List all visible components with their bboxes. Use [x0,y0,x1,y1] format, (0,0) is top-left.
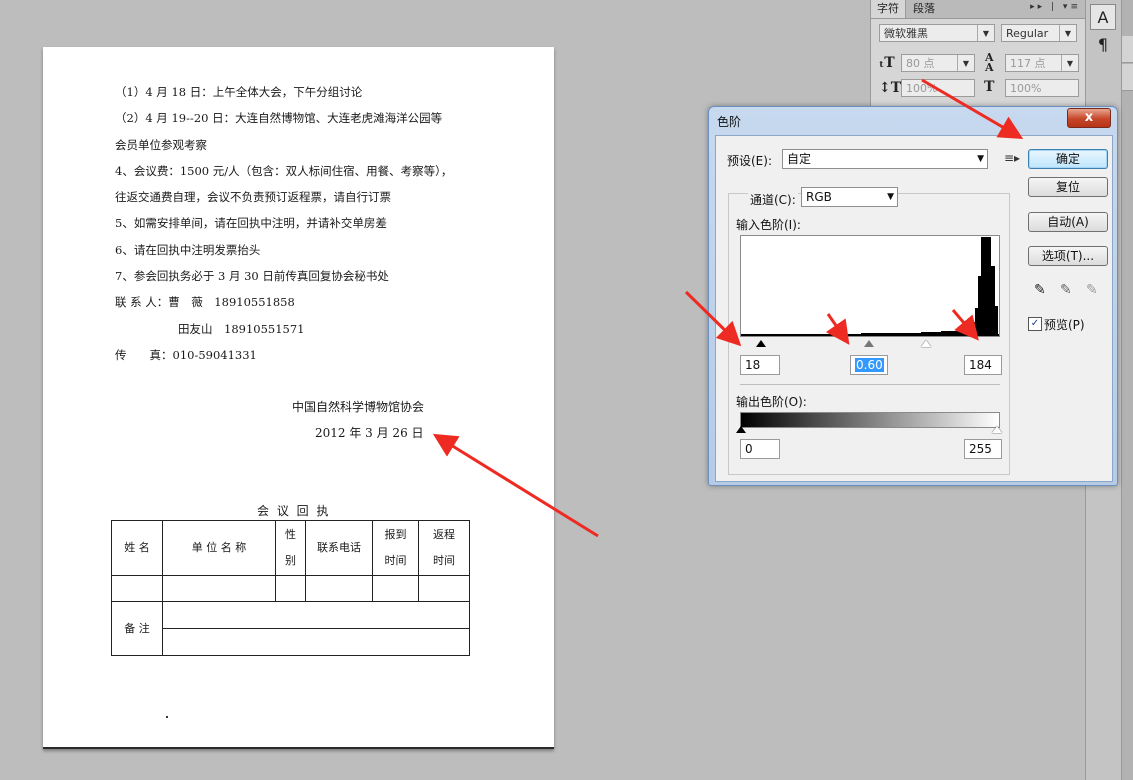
panel-menu-icon[interactable]: ▸▸ | ▾≡ [1030,2,1081,12]
chevron-down-icon: ▼ [1061,55,1078,71]
preview-label: 预览(P) [1044,318,1085,332]
font-size-icon: ₜT [879,55,895,71]
vertical-scale-icon: ↕T [879,80,902,96]
leading-icon: AA [985,51,994,74]
speck [166,716,168,718]
output-gradient [740,412,1000,428]
tab-character[interactable]: 字符 [871,0,906,18]
doc-line-5: 往返交通费自理，会议不负责预订返程票，请自行订票 [115,190,391,204]
histogram-bar [995,306,998,336]
preset-select[interactable]: 自定 ▼ [782,149,988,169]
doc-line-3: 会员单位参观考察 [115,138,207,152]
vertical-scale-field[interactable]: 100% [901,79,975,97]
th-remarks: 备 注 [111,601,163,656]
output-black-slider[interactable] [736,426,746,433]
gray-eyedropper-icon[interactable]: ✎ [1060,282,1072,298]
histogram-bar [861,333,921,336]
chevron-down-icon: ▼ [1059,25,1076,41]
tab-paragraph[interactable]: 段落 [907,0,941,18]
table-cell [418,575,470,602]
output-black-field[interactable]: 0 [740,439,780,459]
white-eyedropper-icon[interactable]: ✎ [1086,282,1098,298]
th-return: 返程 时间 [418,520,470,576]
divider [740,384,1000,385]
doc-line-8: 7、参会回执务必于 3 月 30 日前传真回复协会秘书处 [115,269,389,283]
document-page: （1）4 月 18 日：上午全体大会，下午分组讨论 （2）4 月 19--20 … [43,47,554,749]
doc-date: 2012 年 3 月 26 日 [315,426,424,440]
font-family-select[interactable]: 微软雅黑 ▼ [879,24,995,42]
input-white-field[interactable]: 184 [964,355,1002,375]
dialog-title: 色阶 [717,115,742,129]
channel-label: 通道(C): [748,191,798,208]
font-size-field[interactable]: 80 点 ▼ [901,54,975,72]
close-button[interactable]: x [1067,108,1111,128]
doc-line-1: （1）4 月 18 日：上午全体大会，下午分组讨论 [115,85,363,99]
doc-contact-2: 田友山 18910551571 [178,322,305,336]
th-gender: 性 别 [275,520,306,576]
output-white-field[interactable]: 255 [964,439,1002,459]
th-name: 姓 名 [111,520,163,576]
font-style-select[interactable]: Regular ▼ [1001,24,1077,42]
histogram-bar [921,332,941,336]
th-unit: 单 位 名 称 [162,520,276,576]
chevron-down-icon: ▼ [887,192,894,202]
dock-segment [1122,64,1133,91]
table-cell [162,575,276,602]
output-white-slider[interactable] [992,426,1002,433]
input-gamma-field[interactable]: 0.60 [850,355,888,375]
output-levels-label: 输出色阶(O): [736,395,807,409]
levels-dialog: 色阶 x 预设(E): 自定 ▼ ≡▸ 通道(C): RGB ▼ 输入色阶(I)… [708,106,1118,486]
paragraph-panel-icon[interactable]: ¶ [1090,32,1116,58]
doc-contact-1: 联 系 人：曹 薇 18910551858 [115,295,295,309]
dock-scrollbar[interactable] [1121,0,1133,780]
chevron-down-icon: ▼ [977,25,994,41]
doc-org-name: 中国自然科学博物馆协会 [292,400,425,414]
reset-button[interactable]: 复位 [1028,177,1108,197]
doc-line-4: 4、会议费：1500 元/人（包含：双人标间住宿、用餐、考察等）， [115,164,453,178]
horizontal-scale-icon: T [984,79,995,95]
chevron-down-icon: ▼ [977,154,984,164]
character-panel-icon[interactable]: A [1090,4,1116,30]
options-button[interactable]: 选项(T)... [1028,246,1108,266]
black-eyedropper-icon[interactable]: ✎ [1034,282,1046,298]
preview-checkbox[interactable]: ✓ [1028,317,1042,331]
chevron-down-icon: ▼ [957,55,974,71]
input-black-field[interactable]: 18 [740,355,780,375]
receipt-title: 会 议 回 执 [257,504,331,518]
table-cell [162,601,470,629]
histogram-bar [941,331,961,336]
table-cell [162,628,470,656]
dialog-body: 预设(E): 自定 ▼ ≡▸ 通道(C): RGB ▼ 输入色阶(I): 18 … [715,135,1113,482]
th-arrive: 报到 时间 [372,520,419,576]
table-cell [111,575,163,602]
table-cell [372,575,419,602]
table-cell [275,575,306,602]
preset-label: 预设(E): [727,154,772,168]
histogram-bar [981,237,991,336]
receipt-table: 姓 名 单 位 名 称 性 别 联系电话 报到 时间 返程 时间 备 注 [111,520,470,656]
input-gamma-slider[interactable] [864,340,874,347]
panel-tabs: 字符 段落 ▸▸ | ▾≡ [871,0,1085,19]
doc-line-7: 6、请在回执中注明发票抬头 [115,243,261,257]
th-phone: 联系电话 [305,520,373,576]
doc-line-6: 5、如需安排单间，请在回执中注明，并请补交单房差 [115,216,387,230]
table-cell [305,575,373,602]
dock-segment [1122,36,1133,63]
horizontal-scale-field[interactable]: 100% [1005,79,1079,97]
histogram-bar [961,329,971,336]
preset-options-icon[interactable]: ≡▸ [1004,151,1020,165]
doc-fax: 传 真：010-59041331 [115,348,257,362]
character-panel: 字符 段落 ▸▸ | ▾≡ 微软雅黑 ▼ Regular ▼ ₜT 80 点 ▼… [870,0,1085,118]
input-black-slider[interactable] [756,340,766,347]
input-levels-label: 输入色阶(I): [736,218,801,232]
doc-line-2: （2）4 月 19--20 日：大连自然博物馆、大连老虎滩海洋公园等 [115,111,443,125]
auto-button[interactable]: 自动(A) [1028,212,1108,232]
leading-field[interactable]: 117 点 ▼ [1005,54,1079,72]
histogram [740,235,1000,337]
channel-select[interactable]: RGB ▼ [801,187,898,207]
ok-button[interactable]: 确定 [1028,149,1108,169]
input-white-slider[interactable] [921,340,931,347]
